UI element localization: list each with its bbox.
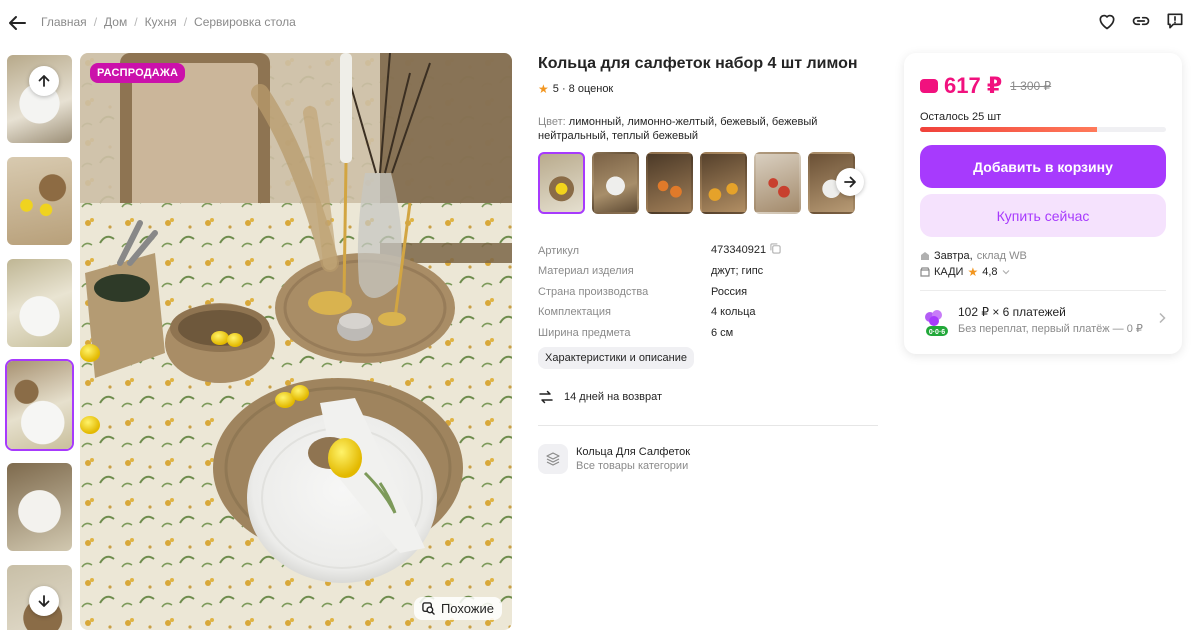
seller-rating: 4,8: [982, 266, 998, 278]
seller-name: КАДИ: [934, 266, 964, 278]
category-name: Кольца Для Салфеток: [576, 446, 691, 458]
copy-icon[interactable]: [770, 242, 781, 257]
spec-value: Россия: [711, 285, 748, 298]
installment-main: 102 ₽ × 6 платежей: [958, 305, 1066, 319]
color-label: Цвет:: [538, 116, 566, 128]
color-swatches: [538, 152, 855, 214]
thumbnail-active[interactable]: [5, 359, 74, 451]
installment-icon: 0·0·6: [920, 306, 948, 336]
thumbnail[interactable]: [5, 461, 74, 553]
category-stack-icon: [538, 444, 568, 474]
return-info[interactable]: 14 дней на возврат: [538, 389, 662, 405]
seller-star-icon: ★: [967, 265, 979, 279]
shop-icon: [920, 267, 930, 277]
delivery-day: Завтра,: [934, 250, 973, 262]
thumbnail-strip: [5, 53, 74, 630]
stock-bar: [920, 127, 1166, 132]
sale-badge: РАСПРОДАЖА: [90, 63, 186, 83]
product-photo-image: [80, 53, 512, 630]
spec-value-article: 473340921: [711, 243, 767, 256]
spec-row: Комплектация 4 кольца: [538, 298, 788, 318]
thumbnail[interactable]: [5, 257, 74, 349]
current-price: 617 ₽: [944, 73, 1003, 98]
spec-value: 4 кольца: [711, 306, 756, 318]
thumbnail[interactable]: [5, 155, 74, 247]
color-swatch[interactable]: [592, 152, 639, 214]
breadcrumb-item[interactable]: Сервировка стола: [194, 15, 296, 29]
similar-search-icon: [422, 602, 435, 615]
report-icon[interactable]: [1164, 10, 1186, 32]
old-price: 1 300 ₽: [1010, 79, 1052, 93]
star-icon: ★: [538, 82, 549, 96]
color-swatch-selected[interactable]: [538, 152, 585, 214]
installment-offer[interactable]: 0·0·6 102 ₽ × 6 платежей Без переплат, п…: [920, 305, 1166, 336]
specs-table: Артикул 473340921 Материал изделия джут;…: [538, 236, 788, 339]
link-icon[interactable]: [1130, 10, 1152, 32]
breadcrumb-item[interactable]: Дом: [104, 15, 127, 29]
swatches-next-button[interactable]: [836, 168, 864, 196]
back-arrow-icon[interactable]: [6, 12, 28, 34]
spec-value: джут; гипс: [711, 265, 764, 277]
spec-row: Материал изделия джут; гипс: [538, 257, 788, 277]
color-swatch[interactable]: [754, 152, 801, 214]
color-value: лимонный, лимонно-желтый, бежевый, бежев…: [538, 116, 818, 142]
stock-text: Осталось 25 шт: [920, 111, 1002, 123]
price-row: 617 ₽ 1 300 ₽: [920, 73, 1051, 99]
breadcrumb: Главная / Дом / Кухня / Сервировка стола: [41, 15, 296, 29]
wallet-icon: [920, 79, 938, 93]
spec-key: Материал изделия: [538, 265, 638, 277]
product-title: Кольца для салфеток набор 4 шт лимон: [538, 55, 858, 72]
spec-key: Ширина предмета: [538, 326, 635, 339]
heart-icon[interactable]: [1096, 10, 1118, 32]
spec-row: Ширина предмета 6 см: [538, 318, 788, 339]
buy-now-button[interactable]: Купить сейчас: [920, 194, 1166, 237]
return-arrows-icon: [539, 390, 553, 404]
thumbnail-down-button[interactable]: [29, 586, 59, 616]
details-button[interactable]: Характеристики и описание: [538, 347, 694, 369]
return-text: 14 дней на возврат: [564, 391, 662, 403]
add-to-cart-button[interactable]: Добавить в корзину: [920, 145, 1166, 188]
thumbnail-up-button[interactable]: [29, 66, 59, 96]
product-rating[interactable]: ★ 5 · 8 оценок: [538, 82, 613, 96]
delivery-warehouse: склад WB: [976, 250, 1027, 262]
divider: [538, 425, 878, 426]
color-info: Цвет: лимонный, лимонно-желтый, бежевый,…: [538, 115, 828, 143]
spec-row: Страна производства Россия: [538, 277, 788, 298]
stock-bar-fill: [920, 127, 1098, 132]
similar-button[interactable]: Похожие: [413, 597, 502, 620]
color-swatch[interactable]: [646, 152, 693, 214]
category-link[interactable]: Кольца Для Салфеток Все товары категории: [538, 444, 690, 474]
chevron-right-icon: [1158, 311, 1166, 329]
chevron-down-icon: [1002, 270, 1009, 275]
spec-key: Артикул: [538, 244, 584, 257]
card-divider: [920, 290, 1166, 291]
main-product-photo[interactable]: РАСПРОДАЖА Похожие: [80, 53, 512, 630]
category-sub: Все товары категории: [576, 460, 689, 472]
spec-value: 6 см: [711, 326, 734, 339]
similar-label: Похожие: [440, 601, 494, 616]
rating-text: 5 · 8 оценок: [552, 83, 614, 95]
breadcrumb-item[interactable]: Кухня: [145, 15, 177, 29]
spec-key: Страна производства: [538, 285, 653, 298]
installment-sub: Без переплат, первый платёж — 0 ₽: [958, 323, 1143, 335]
top-actions: [1096, 10, 1186, 32]
warehouse-icon: [921, 252, 929, 260]
color-swatch[interactable]: [700, 152, 747, 214]
seller-info[interactable]: КАДИ ★ 4,8: [920, 265, 1010, 279]
spec-row: Артикул 473340921: [538, 236, 788, 257]
installment-badge: 0·0·6: [929, 329, 945, 336]
delivery-info: Завтра, склад WB: [920, 250, 1027, 262]
breadcrumb-item[interactable]: Главная: [41, 15, 87, 29]
buy-card: 617 ₽ 1 300 ₽ Осталось 25 шт Добавить в …: [904, 53, 1182, 354]
spec-key: Комплектация: [538, 306, 615, 318]
